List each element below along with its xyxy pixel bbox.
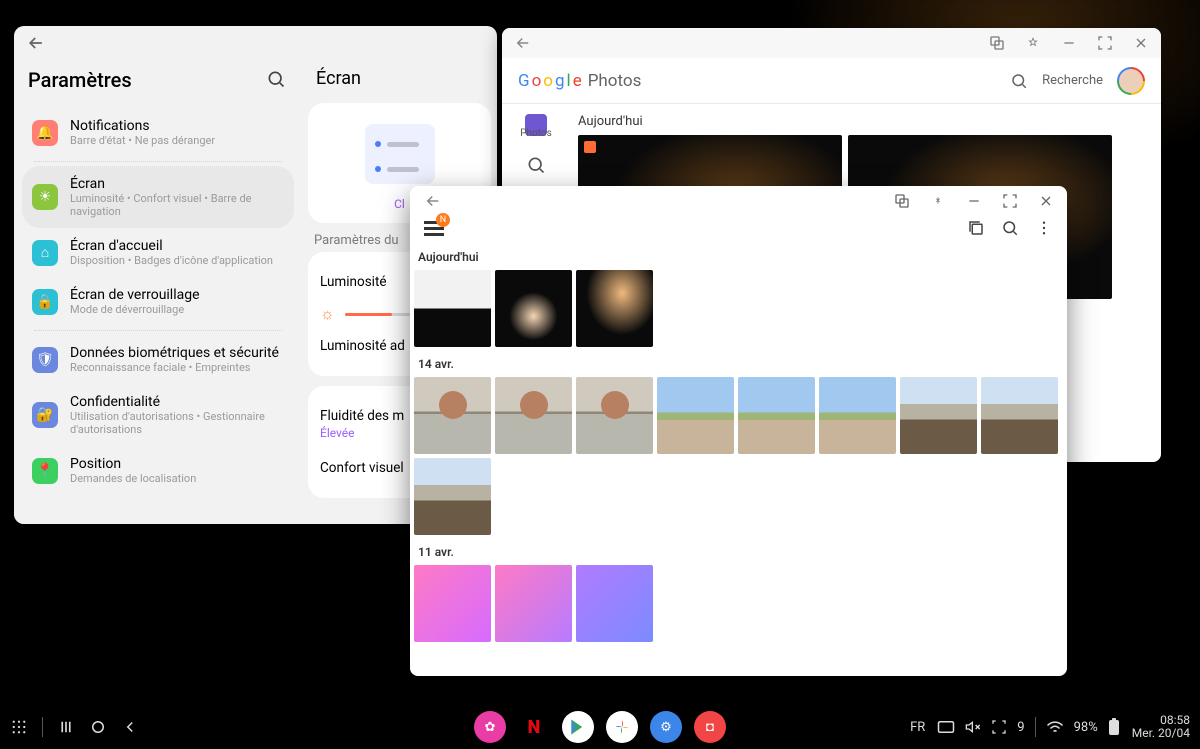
photo-thumbnail[interactable] (495, 565, 572, 642)
window-pin-icon[interactable] (1023, 33, 1043, 53)
photo-thumbnail[interactable] (414, 377, 491, 454)
mute-icon[interactable] (965, 719, 981, 735)
gphotos-tab-photos[interactable]: Photos (520, 114, 552, 139)
settings-title: Paramètres (28, 68, 132, 92)
sidebar-item-security[interactable]: 🛡 Données biométriques et sécurité Recon… (22, 335, 294, 384)
gallery-more-icon[interactable] (1035, 219, 1053, 237)
gphotos-search-icon[interactable] (1010, 72, 1028, 90)
sidebar-item-lockscreen[interactable]: 🔒 Écran de verrouillage Mode de déverrou… (22, 277, 294, 326)
photo-thumbnail[interactable] (738, 377, 815, 454)
battery-percent: 98% (1074, 720, 1098, 735)
gallery-stack-icon[interactable] (967, 219, 985, 237)
gallery-date-3: 11 avr. (414, 539, 1063, 565)
settings-search-icon[interactable] (266, 69, 288, 91)
window-multitask-icon[interactable] (987, 33, 1007, 53)
window-multitask-icon[interactable] (893, 192, 911, 210)
photo-thumbnail[interactable] (657, 377, 734, 454)
home-icon: ⌂ (32, 240, 58, 266)
gphotos-back-button[interactable] (512, 32, 534, 54)
battery-icon (1108, 718, 1120, 736)
photo-thumbnail[interactable] (414, 565, 491, 642)
window-maximize-icon[interactable] (1095, 33, 1115, 53)
sidebar-item-home[interactable]: ⌂ Écran d'accueil Disposition • Badges d… (22, 228, 294, 277)
window-close-icon[interactable] (1037, 192, 1055, 210)
window-maximize-icon[interactable] (1001, 192, 1019, 210)
photo-thumbnail[interactable] (576, 565, 653, 642)
launcher-icon[interactable] (10, 718, 28, 736)
sidebar-item-privacy[interactable]: 🔐 Confidentialité Utilisation d'autorisa… (22, 384, 294, 446)
dock-app-netflix[interactable]: N (518, 711, 550, 743)
photo-thumbnail[interactable] (414, 458, 491, 535)
notification-count[interactable]: 9 (1017, 720, 1024, 735)
bell-icon: 🔔 (32, 120, 58, 146)
sidebar-item-location[interactable]: 📍 Position Demandes de localisation (22, 446, 294, 495)
sidebar-item-notifications[interactable]: 🔔 Notifications Barre d'état • Ne pas dé… (22, 108, 294, 157)
photo-thumbnail[interactable] (900, 377, 977, 454)
window-minimize-icon[interactable] (1059, 33, 1079, 53)
brightness-icon: ☼ (320, 304, 335, 324)
settings-back-button[interactable] (24, 31, 48, 55)
gallery-back-button[interactable] (422, 190, 444, 212)
photo-thumbnail[interactable] (495, 270, 572, 347)
notification-badge: N (436, 213, 450, 227)
photo-thumbnail[interactable] (576, 377, 653, 454)
gallery-date-2: 14 avr. (414, 351, 1063, 377)
photo-thumbnail[interactable] (414, 270, 491, 347)
lock-icon: 🔒 (32, 289, 58, 315)
window-pin-icon[interactable] (929, 192, 947, 210)
detail-title: Écran (308, 60, 491, 103)
nav-recents-icon[interactable] (57, 718, 75, 736)
photo-thumbnail[interactable] (981, 377, 1058, 454)
window-minimize-icon[interactable] (965, 192, 983, 210)
gallery-window: N Aujourd'hui 14 avr. 11 avr. (410, 186, 1067, 676)
gphotos-tab-search-icon[interactable] (526, 155, 546, 175)
screenshot-icon[interactable] (991, 719, 1007, 735)
privacy-icon: 🔐 (32, 402, 58, 428)
window-close-icon[interactable] (1131, 33, 1151, 53)
dock-app-screenshot[interactable]: ◘ (694, 711, 726, 743)
user-avatar[interactable] (1117, 67, 1145, 95)
dock-app-settings[interactable]: ⚙ (650, 711, 682, 743)
taskbar: ✿ N ⚙ ◘ FR 9 98% 08:58 Mer. 20/04 (0, 705, 1200, 749)
sun-icon: ☀ (32, 184, 58, 210)
photo-thumbnail[interactable] (576, 270, 653, 347)
dock-app-photos[interactable] (606, 711, 638, 743)
wifi-icon[interactable] (1046, 720, 1064, 734)
sidebar-item-display[interactable]: ☀ Écran Luminosité • Confort visuel • Ba… (22, 166, 294, 228)
keyboard-icon[interactable] (937, 720, 955, 734)
photo-thumbnail[interactable] (495, 377, 572, 454)
nav-home-icon[interactable] (89, 718, 107, 736)
nav-back-icon[interactable] (121, 718, 139, 736)
gallery-search-icon[interactable] (1001, 219, 1019, 237)
taskbar-language[interactable]: FR (910, 720, 925, 735)
gallery-menu-icon[interactable]: N (424, 217, 446, 239)
dock-app-playstore[interactable] (562, 711, 594, 743)
shield-icon: 🛡 (32, 347, 58, 373)
gphotos-date-header: Aujourd'hui (578, 114, 1153, 129)
gphotos-search-label[interactable]: Recherche (1042, 73, 1103, 88)
dock-app-gallery[interactable]: ✿ (474, 711, 506, 743)
taskbar-clock[interactable]: 08:58 Mer. 20/04 (1132, 714, 1190, 740)
gallery-date-today: Aujourd'hui (414, 244, 1063, 270)
google-photos-logo: Google Photos (518, 71, 641, 91)
photo-thumbnail[interactable] (819, 377, 896, 454)
location-icon: 📍 (32, 458, 58, 484)
